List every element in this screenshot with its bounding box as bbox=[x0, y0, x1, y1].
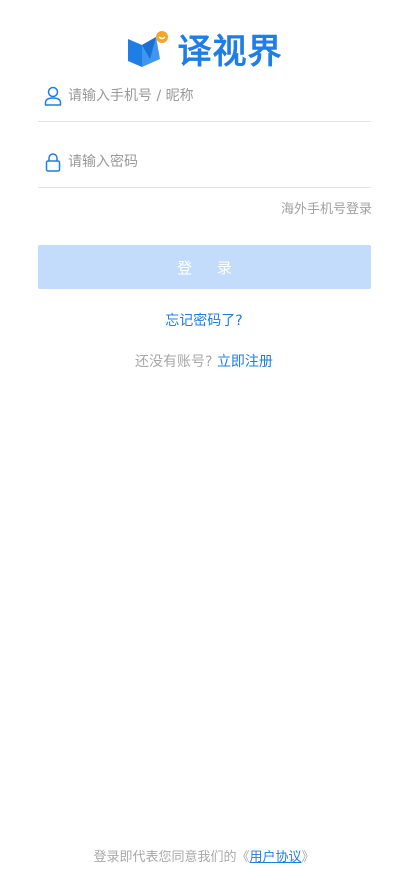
app-logo: 译视界 bbox=[0, 24, 408, 73]
overseas-phone-login-link[interactable]: 海外手机号登录 bbox=[281, 198, 372, 217]
user-agreement-link[interactable]: 用户协议 bbox=[249, 850, 301, 865]
username-input[interactable] bbox=[68, 81, 371, 111]
no-account-text: 还没有账号? bbox=[135, 354, 213, 370]
app-logo-text: 译视界 bbox=[177, 32, 283, 72]
lock-icon bbox=[42, 151, 64, 173]
username-field[interactable] bbox=[38, 71, 371, 122]
forgot-password-link[interactable]: 忘记密码了? bbox=[0, 310, 408, 330]
password-input[interactable] bbox=[68, 147, 371, 177]
folded-book-logo-icon bbox=[126, 29, 170, 69]
register-row: 还没有账号? 立即注册 bbox=[0, 351, 408, 371]
agreement-footer: 登录即代表您同意我们的《用户协议》 bbox=[0, 846, 408, 865]
agreement-suffix: 》 bbox=[301, 850, 315, 865]
login-button[interactable]: 登 录 bbox=[38, 245, 371, 289]
agreement-prefix: 登录即代表您同意我们的《 bbox=[93, 850, 250, 865]
user-icon bbox=[42, 85, 64, 107]
password-field[interactable] bbox=[38, 137, 371, 188]
register-link[interactable]: 立即注册 bbox=[217, 354, 273, 370]
